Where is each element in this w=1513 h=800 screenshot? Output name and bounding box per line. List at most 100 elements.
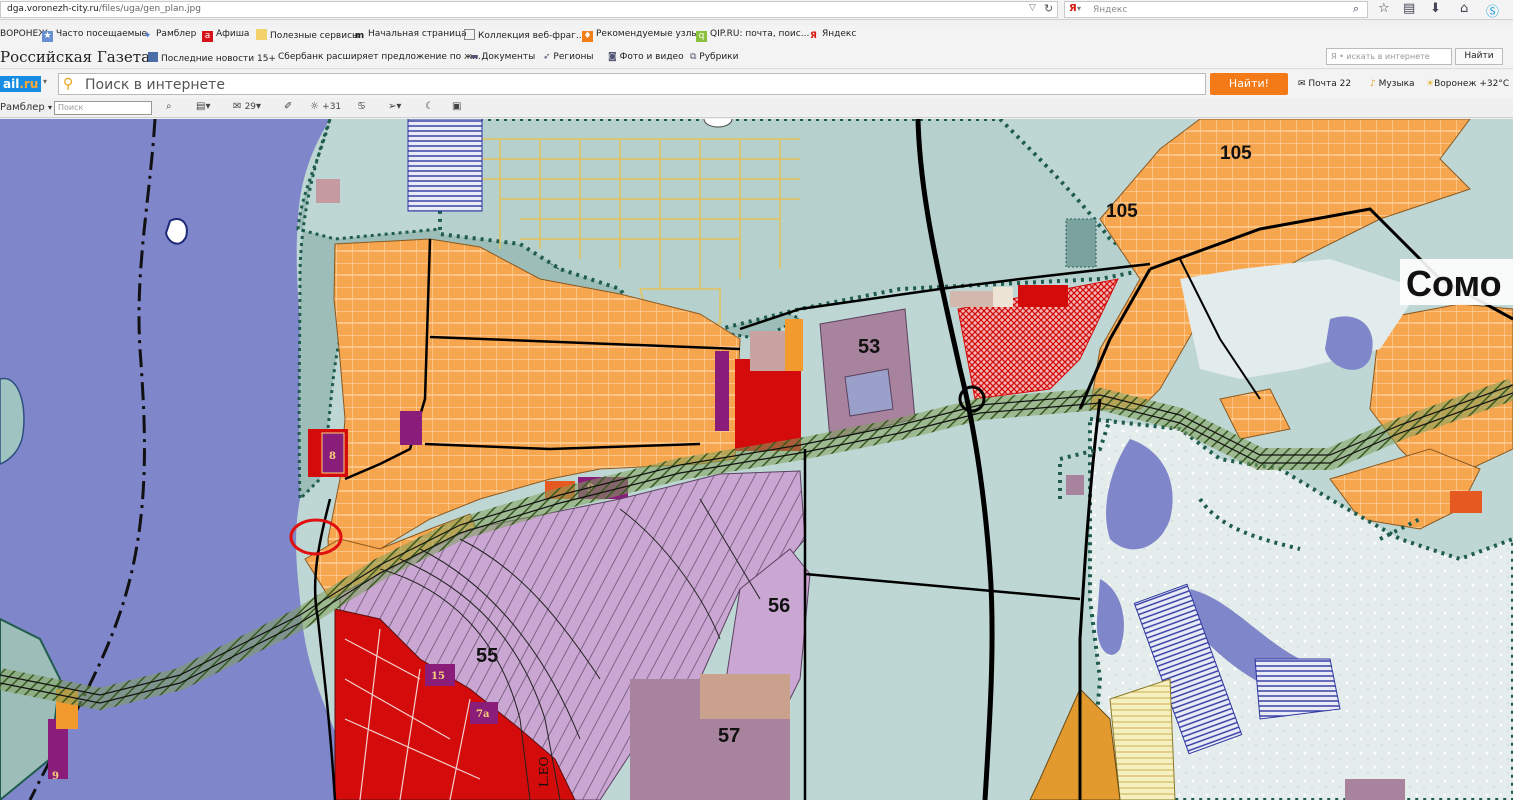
rambler-dropdown-icon: ▾ [47, 103, 52, 112]
yandex-icon: Я [810, 31, 817, 41]
rg-documents[interactable]: ▬ Документы [470, 52, 535, 62]
mailru-dropdown-icon[interactable]: ▾ [43, 77, 47, 86]
small-public-object [1066, 475, 1084, 495]
bookmark-rambler[interactable]: ✦ Рамблер [142, 29, 197, 42]
mailru-toolbar: ail.ru ▾ ⚲ Поиск в интернете Найти! ✉ По… [0, 70, 1513, 98]
label-obj-9-b: 9 [52, 771, 59, 782]
rg-headline[interactable]: Сбербанк расширяет предложение по ж... [278, 52, 481, 62]
rambler-sun-icon: ☼ [310, 101, 319, 112]
bookmark-voronezh[interactable]: ВОРОНЕЖ [0, 29, 48, 39]
rg-search-input[interactable]: Я • искать в интернете [1326, 48, 1452, 65]
rambler-icon: ✦ [143, 31, 152, 41]
rambler-send-icon[interactable]: ➢▾ [388, 101, 401, 112]
yandex-engine-icon[interactable]: Я [1069, 3, 1077, 14]
label-obj-7a: 7а [476, 709, 490, 720]
bookmark-star-icon[interactable]: ☆ [1378, 1, 1390, 16]
label-zone-57: 57 [718, 725, 740, 747]
rg-logo[interactable]: Российская Газета [0, 48, 150, 66]
label-zone-105-b: 105 [1106, 201, 1138, 222]
small-orange-object [1450, 491, 1482, 513]
rambler-horoscope-icon[interactable]: ♋ [357, 101, 366, 112]
industrial-red-rect [1018, 285, 1068, 307]
browser-search-input[interactable]: Я ▾ Яндекс ⌕ [1064, 1, 1368, 18]
orange-strip [785, 319, 803, 371]
general-plan-map[interactable]: 8 9 53 55 56 57 15 7а L.EO 9 105 105 Сом… [0, 119, 1513, 800]
rg-toolbar: Российская Газета Последние новости 15+ … [0, 45, 1513, 69]
cemetery-plot [1065, 218, 1097, 268]
music-icon: ♪ [1370, 79, 1379, 89]
mailru-weather-link[interactable]: ☀Воронеж +32°С [1426, 79, 1509, 89]
label-street: L.EO [537, 756, 551, 787]
bookmark-recommended[interactable]: ♦ Рекомендуемые узлы [582, 29, 698, 42]
label-obj-8: 8 [329, 451, 336, 462]
url-dropdown-icon[interactable]: ▽ [1029, 3, 1036, 13]
rubrics-icon: ⧉ [690, 52, 700, 62]
url-text: dga.voronezh-city.ru/files/uga/gen_plan.… [7, 4, 201, 14]
label-somo: Сомо [1406, 263, 1502, 304]
collection-icon [464, 29, 475, 40]
rg-latest-news[interactable]: Последние новости 15+ [148, 52, 276, 64]
skype-icon[interactable]: Ⓢ [1486, 1, 1499, 20]
documents-icon: ▬ [470, 52, 482, 62]
garden-zone-lower [1109, 678, 1176, 800]
bookmarks-toolbar: ВОРОНЕЖ ★ Часто посещаемые ✦ Рамблер a Афиш… [0, 25, 1513, 45]
url-input[interactable]: dga.voronezh-city.ru/files/uga/gen_plan.… [0, 1, 1058, 18]
water-facility-hatched-2 [1254, 658, 1341, 720]
label-zone-56: 56 [768, 595, 790, 617]
mailru-mail-link[interactable]: ✉ Почта 22 [1298, 79, 1351, 89]
reload-icon[interactable]: ↻ [1044, 2, 1053, 15]
rambler-moon-icon[interactable]: ☾ [425, 101, 434, 112]
afisha-icon: a [202, 31, 213, 42]
qip-icon: q [696, 31, 707, 42]
industrial-red-block [735, 359, 801, 451]
rambler-mail-button[interactable]: ✉ 29▾ [233, 101, 261, 112]
bookmarks-library-icon[interactable]: ▤ [1403, 1, 1415, 16]
downloads-icon[interactable]: ⬇ [1430, 1, 1441, 16]
rg-news-icon [148, 52, 158, 62]
bookmark-web-collection[interactable]: Коллекция веб-фраг... [464, 29, 585, 41]
bookmark-yandex[interactable]: Я Яндекс [808, 29, 856, 42]
mailru-search-input[interactable]: ⚲ Поиск в интернете [58, 73, 1206, 95]
rambler-tv-icon[interactable]: ▣ [452, 101, 461, 112]
rg-regions[interactable]: ➶ Регионы [543, 52, 593, 62]
bookmark-most-visited[interactable]: ★ Часто посещаемые [42, 29, 147, 42]
mailru-music-link[interactable]: ♪ Музыка [1370, 79, 1415, 89]
rg-rubrics[interactable]: ⧉ Рубрики [690, 52, 738, 62]
bookmark-afisha[interactable]: a Афиша [202, 29, 249, 42]
search-go-icon[interactable]: ⌕ [1353, 2, 1359, 16]
recommended-icon: ♦ [582, 31, 593, 42]
bookmark-qip[interactable]: q QIP.RU: почта, поис... [696, 29, 809, 42]
island-small [164, 218, 188, 245]
small-building [316, 179, 340, 203]
public-block-small [750, 331, 790, 371]
mailru-find-button[interactable]: Найти! [1210, 73, 1288, 95]
special-object-purple-2 [715, 351, 729, 431]
label-zone-105-a: 105 [1220, 143, 1252, 164]
rambler-search-input[interactable]: Поиск [54, 101, 152, 115]
sun-icon: ☀ [1426, 79, 1435, 89]
folder-icon [256, 29, 267, 40]
rambler-weather-button[interactable]: ☼ +31 [310, 101, 341, 112]
envelope-icon: ✉ [1298, 79, 1309, 89]
public-block-lower [1345, 779, 1405, 800]
rambler-toolbar: Рамблер ▾ Поиск ⌕ ▤▾ ✉ 29▾ ✐ ☼ +31 ♋ ➢▾ … [0, 98, 1513, 118]
engine-dropdown-icon[interactable]: ▾ [1077, 4, 1081, 13]
browser-search-placeholder: Яндекс [1093, 5, 1128, 15]
public-zone-57-light [700, 674, 790, 719]
rambler-mail-icon: ✉ [233, 101, 242, 112]
rg-photo-video[interactable]: ◙ Фото и видео [608, 52, 684, 62]
browser-address-bar: dga.voronezh-city.ru/files/uga/gen_plan.… [0, 0, 1513, 20]
rambler-tools-icon[interactable]: ✐ [284, 101, 292, 112]
rambler-menu[interactable]: Рамблер ▾ [0, 102, 52, 113]
home-m-icon: m [354, 31, 365, 41]
camera-icon: ◙ [608, 52, 620, 62]
home-icon[interactable]: ⌂ [1460, 1, 1468, 16]
special-object-purple [400, 411, 422, 445]
public-beige-rect-2 [993, 287, 1013, 307]
rg-search-button[interactable]: Найти [1455, 48, 1503, 65]
rambler-news-icon[interactable]: ▤▾ [196, 101, 210, 112]
bookmark-useful-services[interactable]: Полезные сервисы [256, 29, 359, 41]
rambler-search-icon[interactable]: ⌕ [166, 101, 172, 112]
bookmark-start-page[interactable]: m Начальная страница [354, 29, 467, 42]
mailru-logo[interactable]: ail.ru [0, 76, 42, 92]
